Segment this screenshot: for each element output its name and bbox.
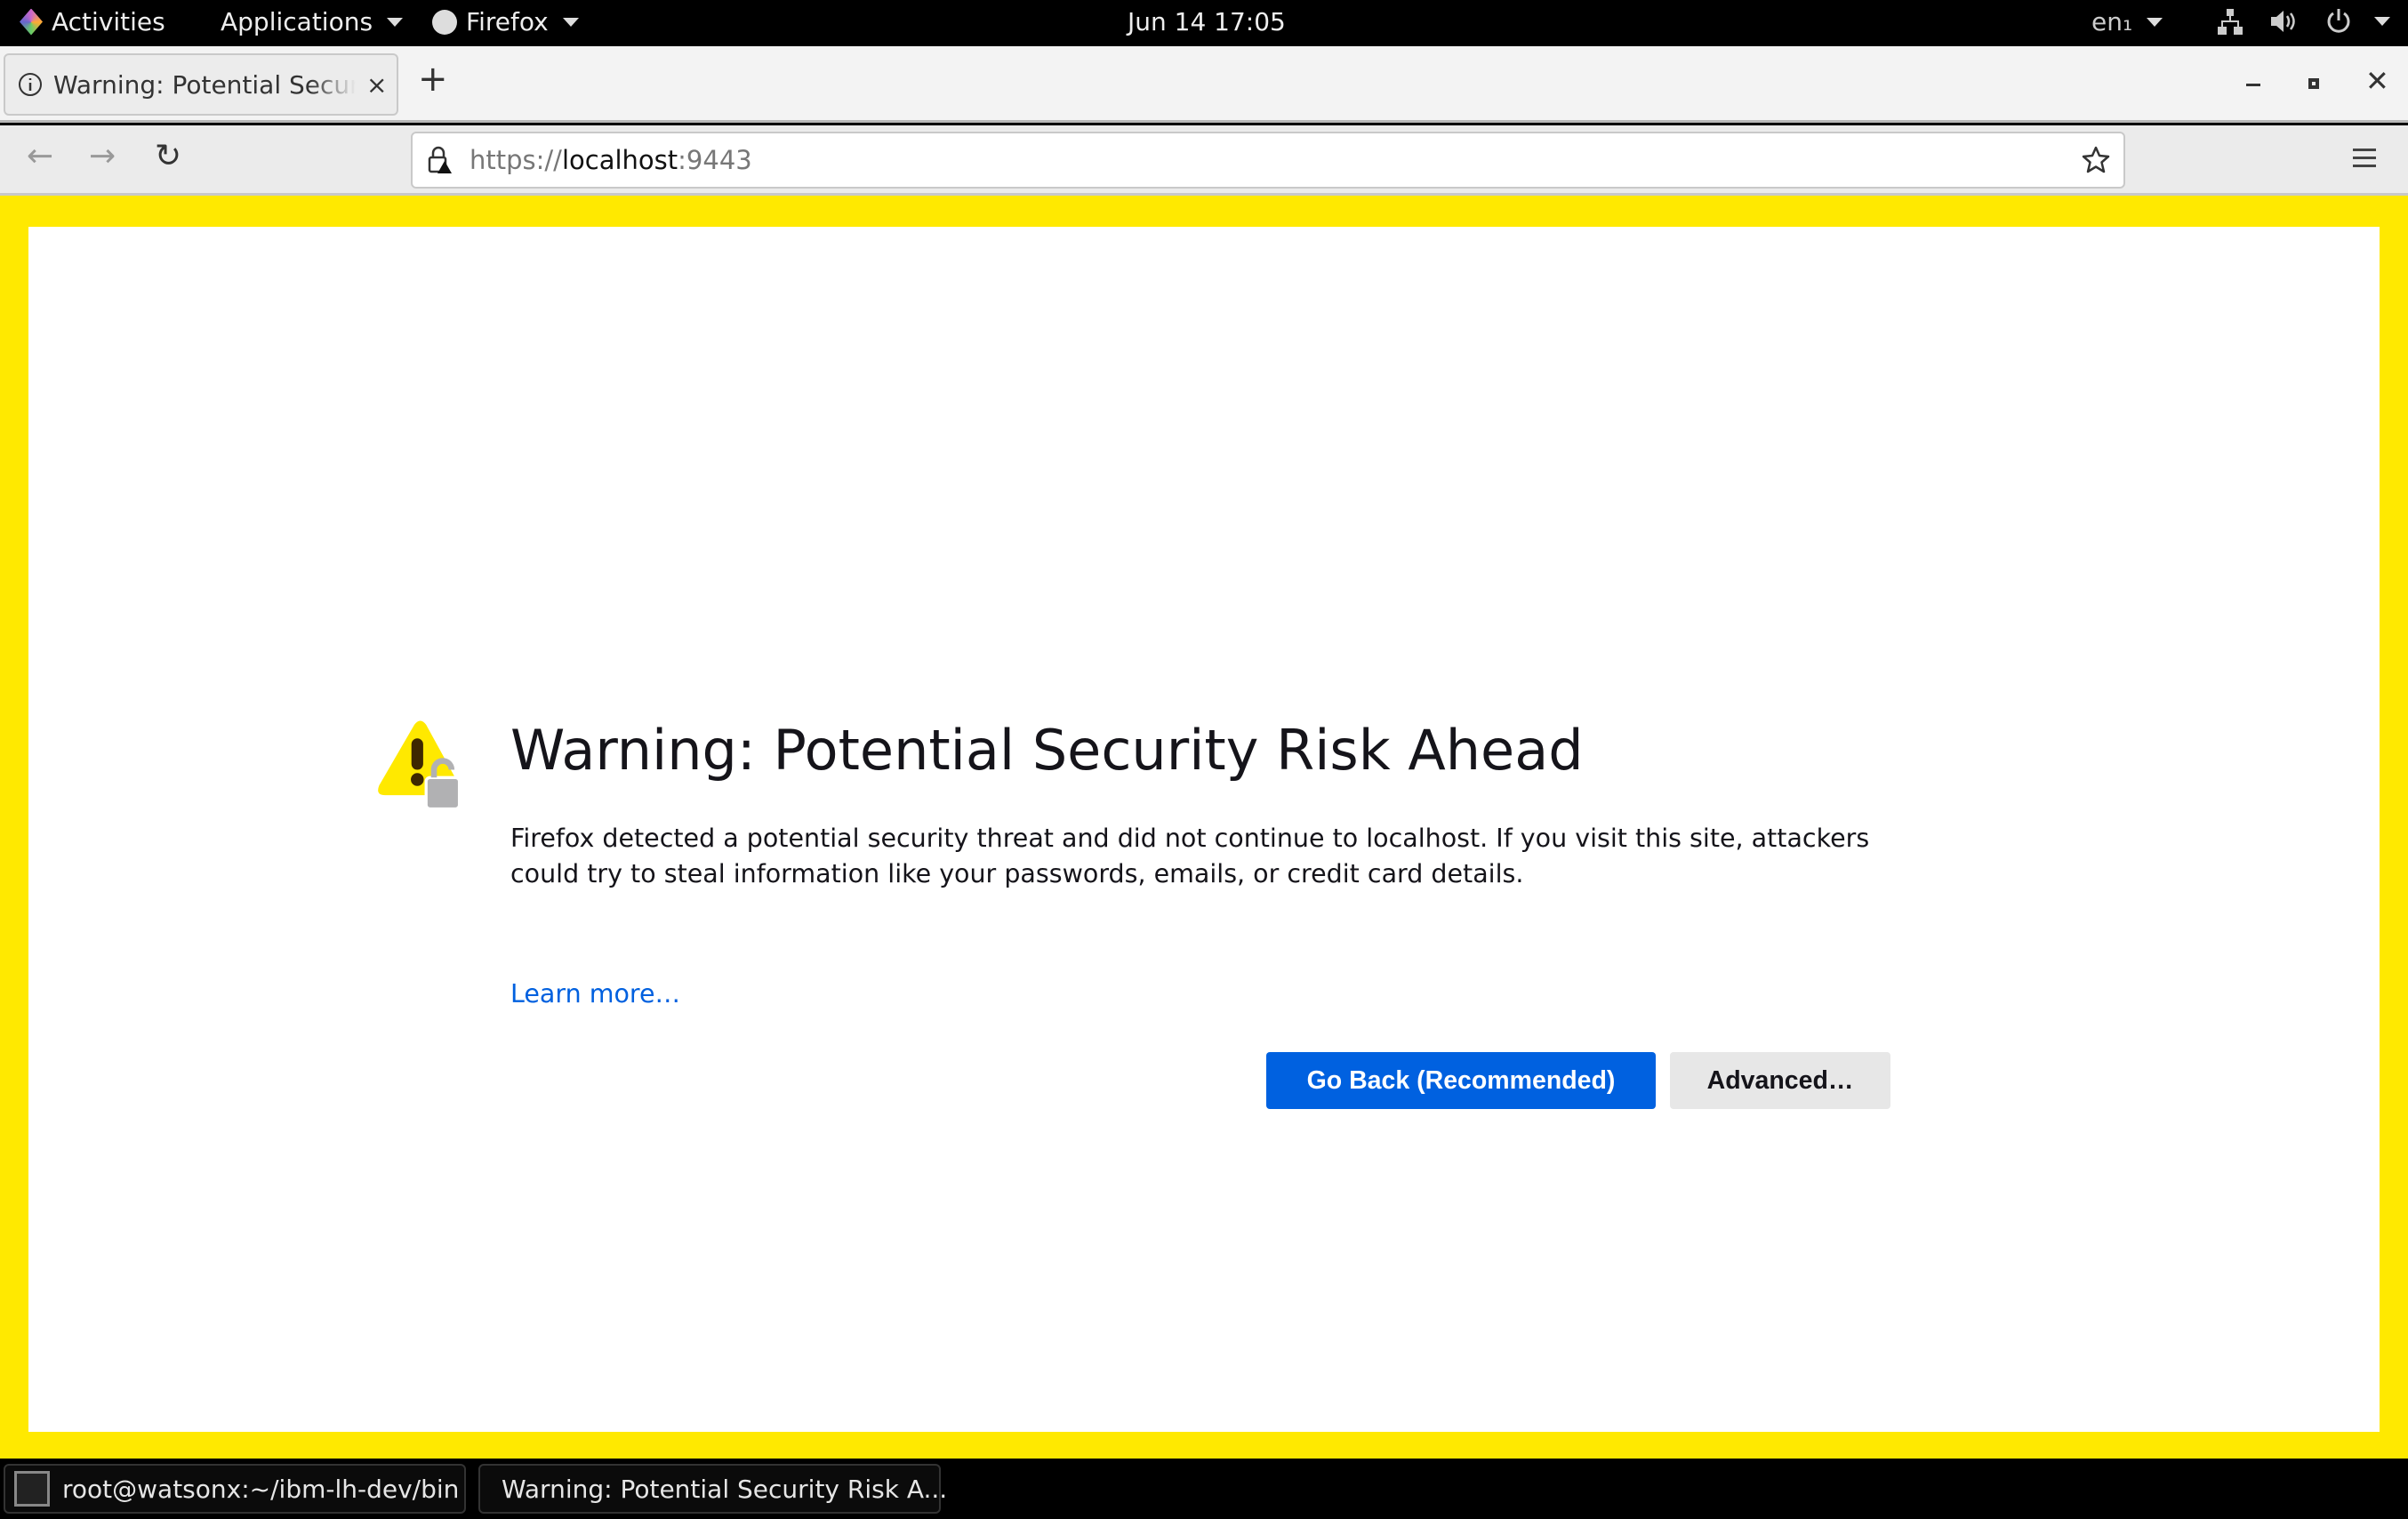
app-menu-label: Firefox bbox=[466, 7, 549, 36]
taskbar-item-label: root@watsonx:~/ibm-lh-dev/bin bbox=[62, 1474, 460, 1504]
network-icon bbox=[2218, 9, 2243, 35]
taskbar-item-terminal[interactable]: root@watsonx:~/ibm-lh-dev/bin bbox=[4, 1464, 466, 1514]
taskbar-item-firefox[interactable]: Warning: Potential Security Risk A... bbox=[478, 1464, 947, 1514]
taskbar: root@watsonx:~/ibm-lh-dev/bin Warning: P… bbox=[0, 1459, 2408, 1519]
tab-title: Warning: Potential Securit bbox=[53, 69, 356, 100]
remote-control-frame: Warning: Potential Security Risk Ahead F… bbox=[0, 196, 2408, 1459]
volume-icon bbox=[2271, 11, 2295, 32]
terminal-icon bbox=[14, 1471, 50, 1507]
learn-more-link[interactable]: Learn more… bbox=[510, 979, 680, 1009]
system-menu[interactable] bbox=[2216, 7, 2390, 36]
reload-icon[interactable]: ↻ bbox=[155, 138, 181, 174]
info-icon bbox=[19, 73, 42, 96]
go-back-button[interactable]: Go Back (Recommended) bbox=[1266, 1052, 1656, 1109]
tab-active[interactable]: Warning: Potential Securit × bbox=[4, 53, 398, 116]
activities-button[interactable]: Activities bbox=[20, 7, 165, 36]
applications-label: Applications bbox=[221, 7, 373, 36]
keyboard-layout-menu[interactable]: en₁ bbox=[2091, 7, 2163, 36]
gnome-logo-icon bbox=[20, 8, 43, 36]
page-title: Warning: Potential Security Risk Ahead bbox=[510, 718, 1584, 783]
activities-label: Activities bbox=[52, 7, 165, 36]
page-content: Warning: Potential Security Risk Ahead F… bbox=[28, 227, 2380, 1432]
chevron-down-icon bbox=[2374, 17, 2390, 26]
clock-label: Jun 14 17:05 bbox=[1128, 7, 1286, 36]
advanced-button[interactable]: Advanced… bbox=[1670, 1052, 1890, 1109]
bookmark-star-icon[interactable] bbox=[2081, 145, 2111, 175]
close-tab-icon[interactable]: × bbox=[366, 70, 387, 100]
new-tab-button[interactable]: + bbox=[418, 59, 448, 100]
back-icon[interactable]: ← bbox=[27, 138, 53, 174]
url-host: localhost bbox=[561, 145, 678, 175]
power-icon bbox=[2327, 9, 2350, 33]
error-description: Firefox detected a potential security th… bbox=[510, 824, 1870, 888]
navigation-toolbar: ← → ↻ https://localhost:9443 bbox=[0, 125, 2408, 196]
maximize-icon[interactable] bbox=[2308, 78, 2319, 89]
forward-icon[interactable]: → bbox=[89, 138, 116, 174]
clock[interactable]: Jun 14 17:05 bbox=[1128, 7, 1286, 36]
url-scheme: https:// bbox=[470, 145, 562, 175]
menu-hamburger-icon[interactable] bbox=[2353, 149, 2376, 167]
warning-lock-icon bbox=[378, 720, 462, 811]
close-window-icon[interactable]: ✕ bbox=[2365, 64, 2389, 98]
chevron-down-icon bbox=[562, 17, 579, 27]
tab-bar: Warning: Potential Securit × + ✕ bbox=[0, 46, 2408, 123]
keyboard-layout-label: en₁ bbox=[2091, 7, 2133, 36]
minimize-icon[interactable] bbox=[2246, 84, 2260, 86]
applications-menu[interactable]: Applications bbox=[221, 7, 404, 36]
url-port: :9443 bbox=[678, 145, 752, 175]
chevron-down-icon bbox=[387, 17, 404, 27]
taskbar-item-label: Warning: Potential Security Risk A... bbox=[502, 1474, 948, 1504]
firefox-app-menu[interactable]: Firefox bbox=[432, 7, 579, 36]
firefox-icon bbox=[432, 9, 457, 35]
chevron-down-icon bbox=[2147, 17, 2163, 27]
url-bar[interactable]: https://localhost:9443 bbox=[411, 132, 2125, 189]
insecure-lock-icon bbox=[428, 146, 452, 173]
system-top-bar: Activities Applications Firefox Jun 14 1… bbox=[0, 0, 2408, 46]
